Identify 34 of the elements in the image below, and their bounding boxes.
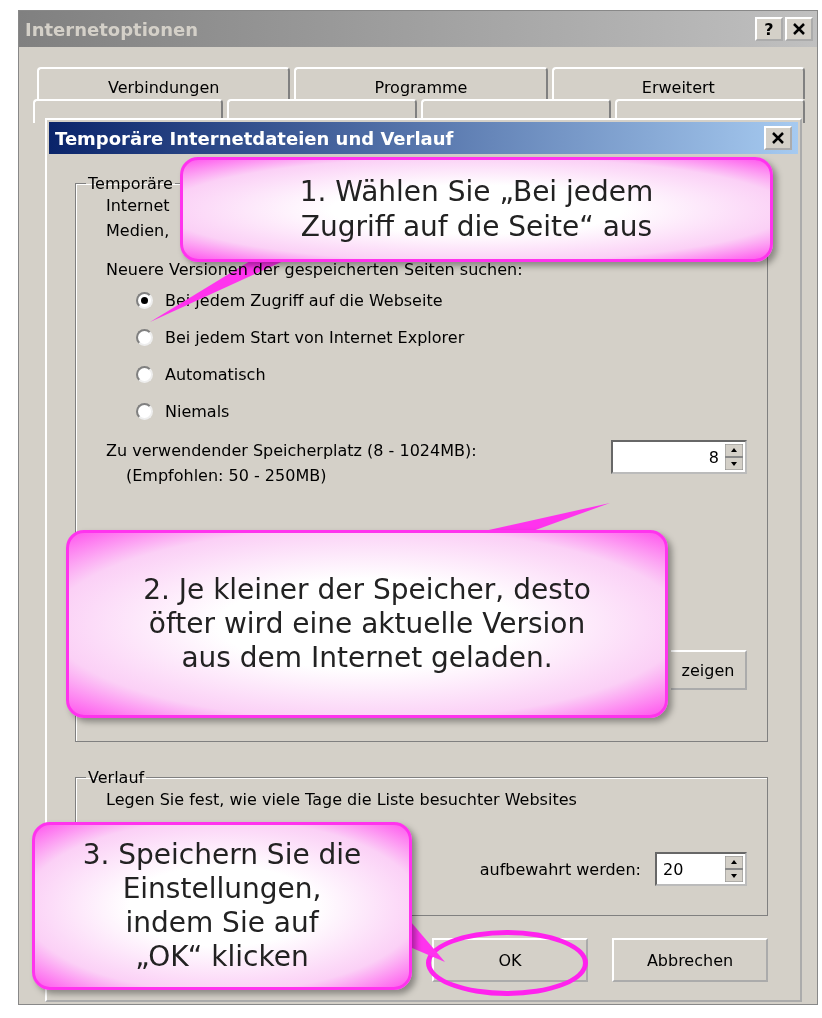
radio-label[interactable]: Bei jedem Start von Internet Explorer — [165, 328, 465, 347]
description-text: Internet — [106, 196, 170, 215]
radio-button[interactable] — [136, 292, 153, 309]
help-button[interactable]: ? — [755, 17, 783, 41]
tab[interactable]: Programme — [294, 67, 548, 99]
callout-text: 1. Wählen Sie „Bei jedem Zugriff auf die Seite“ aus — [299, 175, 654, 244]
dialog-title: Temporäre Internetdateien und Verlauf — [55, 127, 454, 149]
group-title: Verlauf — [87, 768, 146, 787]
callout-text: 2. Je kleiner der Speicher, desto öfter wird eine aktuelle Version aus dem Internet geladen. — [143, 572, 591, 676]
close-icon — [771, 131, 785, 145]
tab[interactable]: Erweitert — [551, 67, 805, 99]
field-label: aufbewahrt werden: — [479, 859, 641, 879]
dialog-button[interactable]: Abbrechen — [612, 938, 768, 982]
close-icon — [792, 22, 806, 36]
field-label: Zu verwendender Speicherplatz (8 - 1024MB): — [106, 440, 477, 462]
close-button[interactable] — [764, 126, 792, 150]
description-text: Legen Sie fest, wie viele Tage die Liste besuchter Websites — [106, 789, 578, 811]
number-field[interactable]: 8 — [611, 440, 747, 474]
description-text: Medien, — [106, 221, 170, 240]
radio-button[interactable] — [136, 366, 153, 383]
close-button[interactable] — [785, 17, 813, 41]
show-files-button[interactable]: zeigen — [671, 650, 747, 690]
window-title: Internetoptionen — [25, 18, 199, 40]
hint-text: (Empfohlen: 50 - 250MB) — [125, 465, 328, 487]
number-field[interactable]: 20 — [655, 852, 747, 886]
radio-button[interactable] — [136, 329, 153, 346]
radio-label[interactable]: Niemals — [165, 402, 230, 421]
tab[interactable]: Verbindungen — [37, 67, 291, 99]
spin-arrows-icon — [725, 444, 743, 470]
radio-button[interactable] — [136, 403, 153, 420]
callout-text: 3. Speichern Sie die Einstellungen, indem Sie auf „OK“ klicken — [82, 837, 362, 975]
group-title: Temporäre — [87, 174, 174, 193]
radio-label[interactable]: Automatisch — [165, 365, 266, 384]
spin-arrows-icon — [725, 856, 743, 882]
